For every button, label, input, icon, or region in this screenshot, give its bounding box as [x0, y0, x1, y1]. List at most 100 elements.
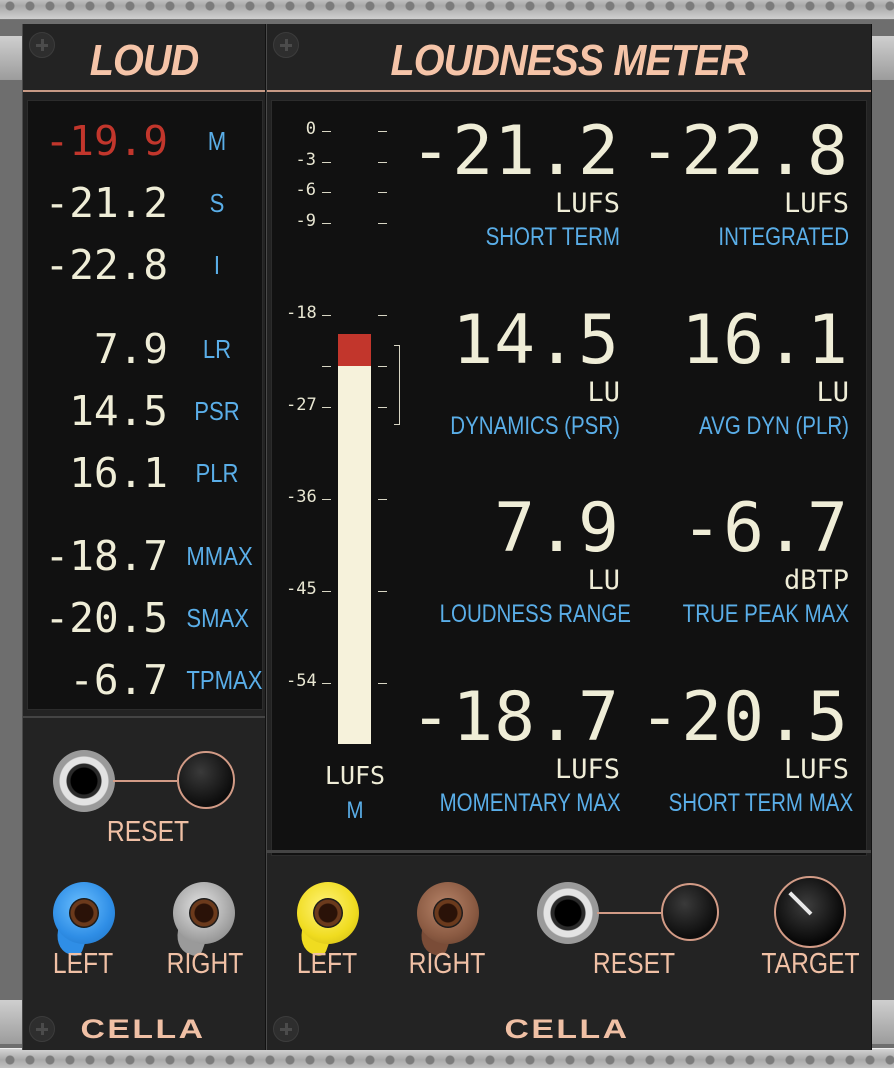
rack-rail-right: [872, 36, 894, 80]
cell-value: -22.8: [639, 112, 849, 191]
meter-peak-zone: [338, 334, 371, 367]
screw-icon: [273, 1016, 299, 1042]
target-label: TARGET: [761, 948, 860, 980]
cell-value: -6.7: [681, 489, 849, 568]
cell-unit: LUFS: [554, 754, 620, 785]
cell-value: 14.5: [452, 301, 620, 380]
tick-mark: [378, 223, 387, 224]
reading-value: 16.1: [69, 449, 168, 497]
reset-button[interactable]: [177, 751, 235, 809]
reading-integrated: -22.8 I: [28, 235, 264, 295]
cell-short-term: -21.2 LUFS SHORT TERM: [400, 117, 620, 253]
scale-tick-label: -45: [286, 579, 317, 599]
reading-mmax: -18.7 MMAX: [28, 526, 264, 586]
cell-caption: DYNAMICS (PSR): [450, 412, 620, 440]
cell-true-peak-max: -6.7 dBTP TRUE PEAK MAX: [629, 494, 849, 630]
reading-value: -22.8: [44, 241, 168, 289]
cell-dynamics-psr: 14.5 LU DYNAMICS (PSR): [400, 306, 620, 442]
scale-tick-label: -54: [286, 671, 317, 691]
reading-value: 7.9: [93, 325, 168, 373]
rack-rail-left: [0, 36, 22, 80]
cell-caption: TRUE PEAK MAX: [682, 600, 849, 628]
meter-mode: M: [346, 797, 364, 824]
reset-input-jack[interactable]: [537, 882, 599, 944]
cell-unit: LU: [587, 377, 620, 408]
reading-label: TPMAX: [186, 665, 263, 695]
socket-icon: [313, 898, 343, 928]
cell-integrated: -22.8 LUFS INTEGRATED: [629, 117, 849, 253]
loudness-meter-module: LOUDNESS METER 0 -3 -6 -9 -18 -27 -36 -4…: [266, 24, 872, 1050]
reading-value: -6.7: [69, 656, 168, 704]
reset-label: RESET: [106, 816, 190, 848]
cell-caption: SHORT TERM: [485, 223, 620, 251]
reading-label: I: [213, 250, 221, 280]
cell-unit: LU: [587, 565, 620, 596]
socket-icon: [189, 898, 219, 928]
cell-unit: LUFS: [783, 188, 849, 219]
reading-value: -21.2: [44, 179, 168, 227]
tick-mark: [322, 591, 331, 592]
scale-tick-label: -27: [286, 395, 317, 415]
tick-mark: [322, 366, 331, 367]
meter-display: 0 -3 -6 -9 -18 -27 -36 -45 -54 LUFS M -2…: [271, 100, 867, 856]
reading-label: LR: [202, 334, 232, 364]
cell-unit: LUFS: [554, 188, 620, 219]
cell-caption: MOMENTARY MAX: [439, 789, 621, 817]
reading-label: S: [209, 188, 225, 218]
left-input-jack[interactable]: [51, 882, 115, 958]
reset-input-jack[interactable]: [53, 750, 115, 812]
reset-link-line: [113, 780, 177, 782]
scale-tick-label: -9: [295, 211, 316, 231]
reading-smax: -20.5 SMAX: [28, 588, 264, 648]
rack-rail-bottom: [0, 1048, 894, 1068]
right-label: RIGHT: [408, 948, 486, 980]
reset-button[interactable]: [661, 883, 719, 941]
reading-value: -18.7: [44, 532, 168, 580]
cell-caption: SHORT TERM MAX: [668, 789, 854, 817]
tick-mark: [378, 366, 387, 367]
module-title: LOUD: [89, 36, 199, 85]
brand-logo: CELLA: [504, 1014, 630, 1044]
cell-avg-dyn-plr: 16.1 LU AVG DYN (PLR): [629, 306, 849, 442]
reading-label: M: [207, 126, 227, 156]
left-label: LEFT: [52, 948, 114, 980]
reading-value: -20.5: [44, 594, 168, 642]
cell-value: 7.9: [494, 489, 620, 568]
cell-unit: LUFS: [783, 754, 849, 785]
tick-mark: [378, 683, 387, 684]
cell-value: -20.5: [639, 678, 849, 757]
reading-label: PSR: [194, 396, 240, 426]
cell-value: -18.7: [410, 678, 620, 757]
reading-lr: 7.9 LR: [28, 319, 264, 379]
reading-value: -19.9: [44, 117, 168, 165]
left-input-jack[interactable]: [295, 882, 359, 958]
tick-mark: [378, 162, 387, 163]
title-divider: [267, 90, 871, 92]
tick-mark: [378, 591, 387, 592]
rack-rail-top: [0, 0, 894, 20]
right-input-jack[interactable]: [415, 882, 479, 958]
rack-rail-left-bottom: [0, 1000, 22, 1044]
left-label: LEFT: [296, 948, 358, 980]
socket-icon: [69, 898, 99, 928]
title-divider: [23, 90, 265, 92]
cell-momentary-max: -18.7 LUFS MOMENTARY MAX: [400, 683, 620, 819]
tick-mark: [322, 315, 331, 316]
meter-bar: [338, 334, 371, 744]
tick-mark: [322, 223, 331, 224]
rack-rail-right-bottom: [872, 1000, 894, 1044]
reading-value: 14.5: [69, 387, 168, 435]
reading-plr: 16.1 PLR: [28, 443, 264, 503]
target-knob[interactable]: [774, 876, 846, 948]
scale-tick-label: -18: [286, 303, 317, 323]
screw-icon: [29, 1016, 55, 1042]
right-label: RIGHT: [166, 948, 244, 980]
tick-mark: [378, 192, 387, 193]
cell-loudness-range: 7.9 LU LOUDNESS RANGE: [400, 489, 631, 630]
right-input-jack[interactable]: [171, 882, 235, 958]
brand-logo: CELLA: [80, 1014, 206, 1044]
tick-mark: [322, 499, 331, 500]
cell-caption: LOUDNESS RANGE: [439, 600, 631, 628]
cell-short-term-max: -20.5 LUFS SHORT TERM MAX: [629, 678, 854, 819]
loud-module: LOUD -19.9 M -21.2 S -22.8 I 7.9 LR 14.5…: [22, 24, 266, 1050]
